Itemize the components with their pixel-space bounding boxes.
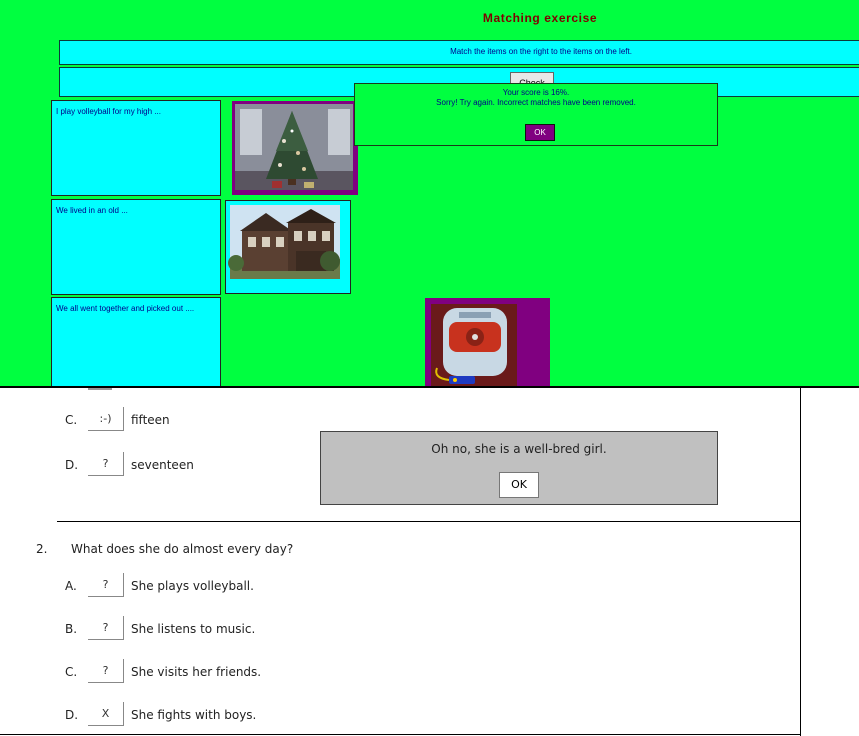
score-popup: Your score is 16%. Sorry! Try again. Inc… — [354, 83, 718, 146]
option-letter: D. — [65, 458, 79, 472]
old-house-image[interactable] — [225, 200, 351, 294]
match-item: We lived in an old ... — [51, 199, 221, 295]
question-divider — [57, 521, 801, 522]
score-message: Sorry! Try again. Incorrect matches have… — [436, 98, 636, 107]
option-letter: B. — [65, 622, 78, 636]
option-text[interactable]: seventeen — [131, 457, 194, 473]
feedback-box: Oh no, she is a well-bred girl. OK — [320, 431, 718, 505]
match-item: We all went together and picked out .... — [51, 297, 221, 386]
feedback-ok-button[interactable]: OK — [499, 472, 539, 498]
answer-mark-button[interactable]: ? — [88, 452, 124, 476]
option-text[interactable]: She plays volleyball. — [131, 578, 254, 594]
score-text: Your score is 16%. — [502, 88, 570, 97]
option-text[interactable]: fifteen — [131, 412, 170, 428]
exercise-title: Matching exercise — [482, 11, 598, 25]
cropped-answer-button — [88, 388, 112, 390]
question-number: 2. — [36, 542, 48, 556]
page-border-right — [800, 388, 801, 736]
cd-player-image[interactable] — [425, 298, 550, 386]
matching-exercise-panel: Matching exercise Match the items on the… — [0, 0, 859, 388]
instruction-text: Match the items on the right to the item… — [450, 47, 632, 56]
feedback-message: Oh no, she is a well-bred girl. — [431, 442, 607, 456]
answer-mark-button[interactable]: X — [88, 702, 124, 726]
option-letter: C. — [65, 665, 78, 679]
option-text[interactable]: She visits her friends. — [131, 664, 261, 680]
answer-mark-button[interactable]: ? — [88, 659, 124, 683]
option-text[interactable]: She listens to music. — [131, 621, 255, 637]
match-item: I play volleyball for my high ... — [51, 100, 221, 196]
christmas-tree-image[interactable] — [232, 101, 358, 195]
page-border-bottom — [0, 734, 801, 735]
option-letter: C. — [65, 413, 78, 427]
option-letter: D. — [65, 708, 79, 722]
instruction-bar: Match the items on the right to the item… — [59, 40, 859, 65]
option-text[interactable]: She fights with boys. — [131, 707, 256, 723]
score-ok-button[interactable]: OK — [525, 124, 555, 141]
answer-mark-button[interactable]: ? — [88, 573, 124, 597]
question-text: What does she do almost every day? — [71, 542, 294, 556]
option-letter: A. — [65, 579, 77, 593]
answer-mark-button[interactable]: :-) — [88, 407, 124, 431]
answer-mark-button[interactable]: ? — [88, 616, 124, 640]
quiz-document: C. :-) fifteen D. ? seventeen Oh no, she… — [0, 388, 859, 736]
